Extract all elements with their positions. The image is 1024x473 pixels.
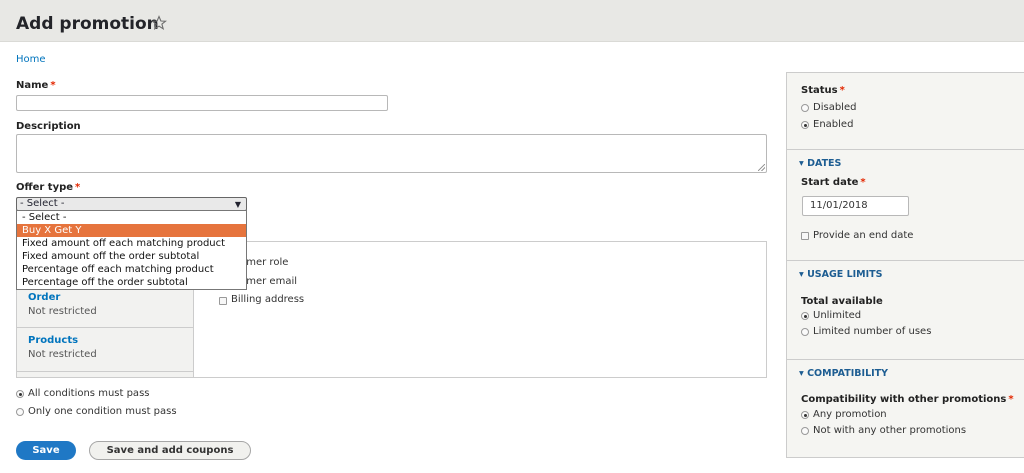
name-label-text: Name [16, 80, 49, 91]
option-billing-address: Billing address [231, 294, 305, 305]
status-label: Status * [801, 85, 845, 96]
radio-all-conditions[interactable] [16, 390, 24, 398]
compatibility-label: Compatibility with other promotions * [801, 394, 1014, 405]
limited-label: Limited number of uses [813, 326, 932, 337]
save-and-add-coupons-button[interactable]: Save and add coupons [89, 441, 251, 460]
breadcrumb-home[interactable]: Home [16, 54, 46, 65]
status-enabled-label: Enabled [813, 119, 854, 130]
any-promotion-label: Any promotion [813, 409, 887, 420]
tab-products-title: Products [28, 335, 79, 346]
usage-limits-heading: USAGE LIMITS [807, 269, 883, 280]
resize-grip-icon[interactable] [758, 164, 765, 171]
offer-type-select[interactable]: - Select - ▼ [16, 197, 247, 211]
save-button[interactable]: Save [16, 441, 76, 460]
total-available-label: Total available [801, 296, 883, 307]
start-date-label-text: Start date [801, 177, 859, 188]
required-mark: * [75, 182, 81, 193]
required-mark: * [50, 80, 56, 91]
offer-option-percent-each-product[interactable]: Percentage off each matching product [17, 263, 246, 276]
start-date-label: Start date * [801, 177, 866, 188]
status-disabled-label: Disabled [813, 102, 857, 113]
end-date-label: Provide an end date [813, 230, 914, 241]
usage-limits-section: ▾ USAGE LIMITS Total available Unlimited… [787, 260, 1024, 358]
start-date-input[interactable]: 11/01/2018 [802, 196, 909, 216]
one-condition-label: Only one condition must pass [28, 406, 177, 417]
offer-option-buy-x-get-y[interactable]: Buy X Get Y [17, 224, 246, 237]
tab-products[interactable]: Products Not restricted [17, 328, 194, 372]
radio-any-promotion[interactable] [801, 411, 809, 419]
compatibility-section: ▾ COMPATIBILITY Compatibility with other… [787, 359, 1024, 457]
sidebar: Status * Disabled Enabled ▾ DATES Start d… [786, 72, 1024, 458]
usage-limits-toggle[interactable]: ▾ USAGE LIMITS [799, 269, 882, 280]
offer-type-selected: - Select - [20, 198, 65, 209]
offer-option-select[interactable]: - Select - [17, 211, 246, 224]
dates-heading: DATES [807, 158, 842, 169]
offer-type-dropdown: - Select - Buy X Get Y Fixed amount off … [16, 210, 247, 290]
dates-toggle[interactable]: ▾ DATES [799, 158, 841, 169]
unlimited-label: Unlimited [813, 310, 862, 321]
all-conditions-label: All conditions must pass [28, 388, 150, 399]
compatibility-label-text: Compatibility with other promotions [801, 394, 1007, 405]
tab-order[interactable]: Order Not restricted [17, 285, 194, 328]
tab-order-status: Not restricted [28, 306, 97, 317]
required-mark: * [1008, 394, 1014, 405]
tab-order-title: Order [28, 292, 61, 303]
tab-products-status: Not restricted [28, 349, 97, 360]
required-mark: * [839, 85, 845, 96]
radio-one-condition[interactable] [16, 408, 24, 416]
radio-enabled[interactable] [801, 121, 809, 129]
radio-disabled[interactable] [801, 104, 809, 112]
checkbox-billing-address[interactable] [219, 297, 227, 305]
description-label: Description [16, 121, 81, 132]
offer-option-fixed-each-product[interactable]: Fixed amount off each matching product [17, 237, 246, 250]
radio-limited[interactable] [801, 328, 809, 336]
offer-type-label-text: Offer type [16, 182, 74, 193]
not-with-others-label: Not with any other promotions [813, 425, 967, 436]
required-mark: * [860, 177, 866, 188]
offer-option-fixed-order-subtotal[interactable]: Fixed amount off the order subtotal [17, 250, 246, 263]
status-label-text: Status [801, 85, 838, 96]
page-title: Add promotion [16, 14, 159, 34]
radio-not-with-others[interactable] [801, 427, 809, 435]
offer-type-label: Offer type * [16, 182, 80, 193]
page-header: Add promotion [0, 0, 1024, 42]
star-icon[interactable] [151, 15, 167, 31]
name-input[interactable] [16, 95, 388, 111]
dates-section: ▾ DATES Start date * 11/01/2018 Provide a… [787, 149, 1024, 267]
offer-option-percent-order-subtotal[interactable]: Percentage off the order subtotal [17, 276, 246, 289]
radio-unlimited[interactable] [801, 312, 809, 320]
name-label: Name * [16, 80, 56, 91]
description-textarea[interactable] [16, 134, 767, 173]
checkbox-end-date[interactable] [801, 232, 809, 240]
compatibility-toggle[interactable]: ▾ COMPATIBILITY [799, 368, 888, 379]
compatibility-heading: COMPATIBILITY [807, 368, 889, 379]
